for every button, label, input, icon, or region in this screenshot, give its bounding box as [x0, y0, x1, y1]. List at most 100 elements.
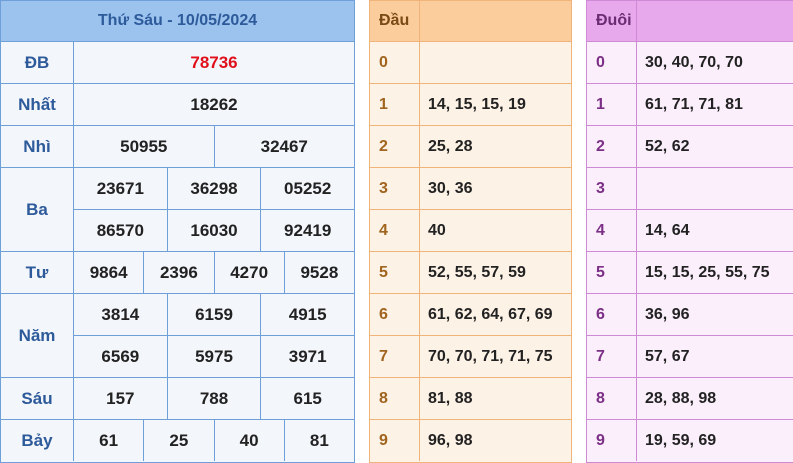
- duoi-values: [637, 168, 793, 209]
- prize-number: 25: [144, 420, 215, 461]
- duoi-header: Đuôi: [587, 1, 793, 42]
- prize-number: 6569: [74, 336, 168, 377]
- duoi-values: 52, 62: [645, 137, 690, 155]
- duoi-table: Đuôi 0 30, 40, 70, 70 1 61, 71, 71, 81 2 52…: [586, 0, 793, 463]
- prize-number: 5975: [168, 336, 262, 377]
- dau-values: 14, 15, 15, 19: [428, 95, 526, 113]
- duoi-row: 8 28, 88, 98: [587, 378, 793, 420]
- prize-number: 157: [74, 378, 168, 419]
- prize-number: 32467: [260, 136, 308, 156]
- duoi-digit: 0: [587, 42, 637, 83]
- prize-number: 3814: [74, 294, 168, 335]
- dau-row: 5 52, 55, 57, 59: [370, 252, 571, 294]
- prize-label: Sáu: [1, 378, 74, 419]
- dau-row: 7 70, 70, 71, 71, 75: [370, 336, 571, 378]
- duoi-header-label: Đuôi: [587, 1, 637, 41]
- dau-values: 61, 62, 64, 67, 69: [428, 305, 553, 323]
- prize-row-seventh: Bảy 61 25 40 81: [1, 420, 354, 461]
- duoi-row: 3: [587, 168, 793, 210]
- duoi-digit: 1: [587, 84, 637, 125]
- prize-number: 78736: [190, 52, 238, 72]
- prize-row-sixth: Sáu 157 788 615: [1, 378, 354, 420]
- dau-header-label: Đầu: [370, 1, 420, 41]
- dau-table: Đầu 0 1 14, 15, 15, 19 2 25, 28 3 30, 36 44…: [369, 0, 572, 463]
- prize-number: 4270: [215, 252, 285, 293]
- prize-number: 9864: [74, 252, 145, 293]
- duoi-digit: 2: [587, 126, 637, 167]
- prize-number: 9528: [300, 262, 339, 282]
- prize-number: 4915: [288, 304, 327, 324]
- dau-digit: 9: [370, 420, 420, 461]
- duoi-digit: 3: [587, 168, 637, 209]
- duoi-values: 36, 96: [645, 305, 690, 323]
- dau-row: 4 40: [370, 210, 571, 252]
- duoi-row: 0 30, 40, 70, 70: [587, 42, 793, 84]
- prize-number: 615: [293, 388, 322, 408]
- duoi-row: 1 61, 71, 71, 81: [587, 84, 793, 126]
- dau-values: 70, 70, 71, 71, 75: [428, 347, 553, 365]
- prize-number: 788: [168, 378, 262, 419]
- dau-row: 2 25, 28: [370, 126, 571, 168]
- duoi-values: 57, 67: [645, 347, 690, 365]
- dau-digit: 3: [370, 168, 420, 209]
- prize-row-special: ĐB 78736: [1, 42, 354, 84]
- prize-row-third: Ba 23671 36298 05252 86570 16030 92419: [1, 168, 354, 252]
- duoi-values: 61, 71, 71, 81: [645, 95, 743, 113]
- dau-values: [420, 42, 571, 83]
- duoi-values: 30, 40, 70, 70: [645, 53, 743, 71]
- dau-digit: 2: [370, 126, 420, 167]
- dau-values: 30, 36: [428, 179, 473, 197]
- prize-number: 86570: [74, 210, 168, 251]
- duoi-digit: 7: [587, 336, 637, 377]
- dau-digit: 5: [370, 252, 420, 293]
- prize-number: 81: [309, 430, 329, 450]
- prize-label: ĐB: [1, 42, 74, 83]
- dau-row: 9 96, 98: [370, 420, 571, 461]
- prize-row-first: Nhất 18262: [1, 84, 354, 126]
- prize-label: Năm: [1, 294, 74, 377]
- duoi-values: 14, 64: [645, 221, 690, 239]
- duoi-values: 19, 59, 69: [645, 431, 717, 449]
- duoi-values: 28, 88, 98: [645, 389, 717, 407]
- dau-row: 3 30, 36: [370, 168, 571, 210]
- results-date-title: Thứ Sáu - 10/05/2024: [1, 1, 354, 42]
- duoi-digit: 5: [587, 252, 637, 293]
- duoi-row: 4 14, 64: [587, 210, 793, 252]
- lottery-results-table: Thứ Sáu - 10/05/2024 ĐB 78736 Nhất 18262…: [0, 0, 355, 463]
- prize-label: Nhì: [1, 126, 74, 167]
- dau-digit: 4: [370, 210, 420, 251]
- prize-number: 05252: [284, 178, 332, 198]
- prize-number: 40: [215, 420, 285, 461]
- duoi-digit: 9: [587, 420, 637, 461]
- dau-row: 0: [370, 42, 571, 84]
- prize-label: Nhất: [1, 84, 74, 125]
- prize-row-fifth: Năm 3814 6159 4915 6569 5975 3971: [1, 294, 354, 378]
- prize-row-fourth: Tư 9864 2396 4270 9528: [1, 252, 354, 294]
- prize-row-second: Nhì 50955 32467: [1, 126, 354, 168]
- dau-row: 8 81, 88: [370, 378, 571, 420]
- duoi-row: 2 52, 62: [587, 126, 793, 168]
- duoi-row: 7 57, 67: [587, 336, 793, 378]
- prize-number: 2396: [144, 252, 215, 293]
- prize-label: Tư: [1, 252, 74, 293]
- dau-values: 52, 55, 57, 59: [428, 263, 526, 281]
- prize-number: 18262: [190, 94, 238, 114]
- dau-digit: 6: [370, 294, 420, 335]
- dau-digit: 7: [370, 336, 420, 377]
- prize-number: 92419: [284, 220, 332, 240]
- prize-number: 61: [74, 420, 145, 461]
- duoi-row: 5 15, 15, 25, 55, 75: [587, 252, 793, 294]
- dau-header: Đầu: [370, 1, 571, 42]
- prize-number: 50955: [74, 126, 215, 167]
- dau-values: 25, 28: [428, 137, 473, 155]
- prize-label: Bảy: [1, 420, 74, 461]
- prize-label: Ba: [1, 168, 74, 251]
- prize-number: 23671: [74, 168, 168, 209]
- dau-row: 1 14, 15, 15, 19: [370, 84, 571, 126]
- dau-values: 81, 88: [428, 389, 473, 407]
- prize-number: 3971: [288, 346, 327, 366]
- prize-number: 36298: [168, 168, 262, 209]
- duoi-values: 15, 15, 25, 55, 75: [645, 263, 770, 281]
- dau-digit: 8: [370, 378, 420, 419]
- prize-number: 16030: [168, 210, 262, 251]
